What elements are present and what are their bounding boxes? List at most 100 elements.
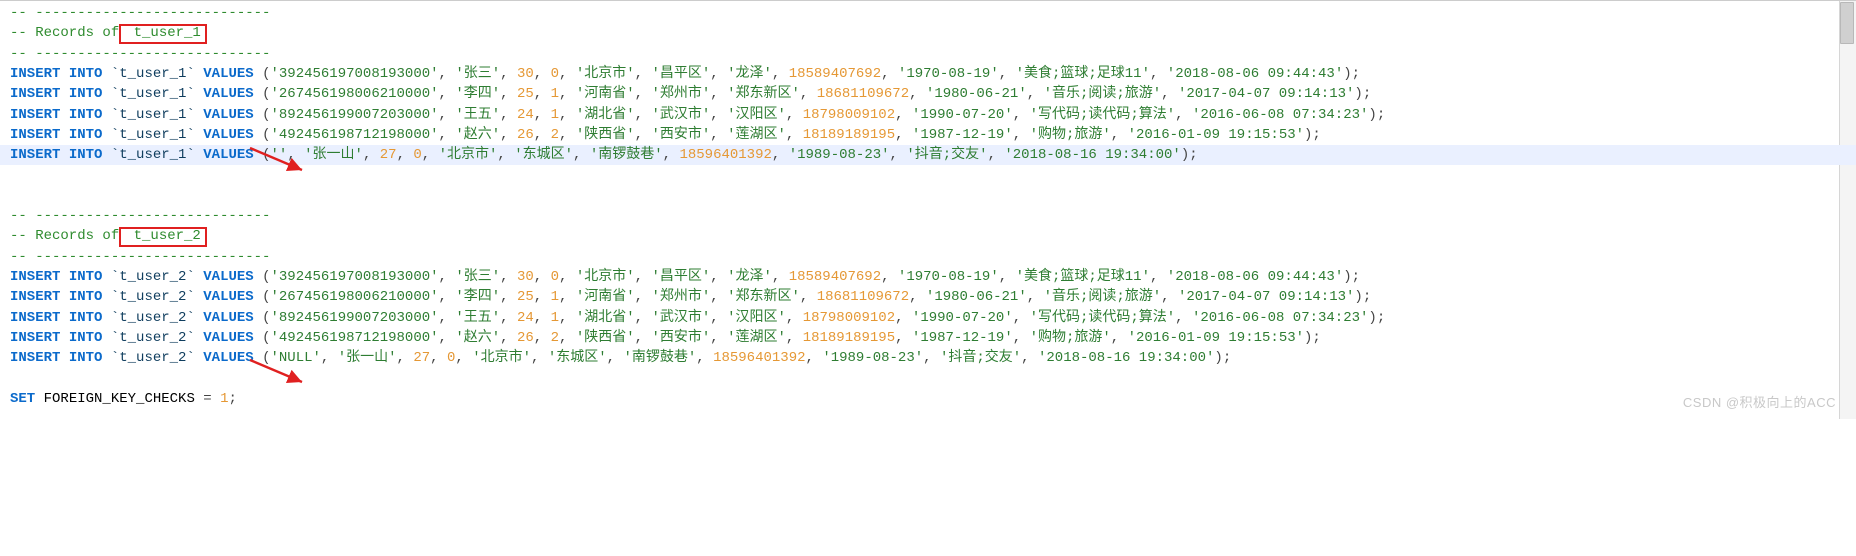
value-cell: 25: [517, 289, 534, 305]
value-cell: '北京市': [439, 147, 498, 163]
value-cell: '1987-12-19': [912, 330, 1013, 346]
value-cell: 1: [551, 107, 559, 123]
comma: ,: [559, 310, 576, 326]
comma: ,: [500, 107, 517, 123]
value-cell: '昌平区': [651, 269, 710, 285]
value-cell: '1970-08-19': [898, 66, 999, 82]
comma: ,: [635, 310, 652, 326]
table-name-short: t_user_1: [125, 25, 201, 41]
value-cell: 18798009102: [803, 310, 895, 326]
comma: ,: [999, 66, 1016, 82]
comma: ,: [909, 289, 926, 305]
comma: ,: [534, 330, 551, 346]
comma: ,: [1013, 310, 1030, 326]
comma: ,: [500, 330, 517, 346]
set-statement[interactable]: SET FOREIGN_KEY_CHECKS = 1;: [10, 391, 237, 407]
sql-editor[interactable]: -- ---------------------------- -- Recor…: [0, 0, 1856, 419]
comma: ,: [500, 127, 517, 143]
keyword-values: VALUES: [203, 310, 253, 326]
value-cell: '汉阳区': [727, 107, 786, 123]
value-cell: '郑东新区': [727, 289, 800, 305]
sql-statement[interactable]: INSERT INTO `t_user_2` VALUES ('26745619…: [10, 289, 1371, 305]
value-cell: '1990-07-20': [912, 310, 1013, 326]
keyword-values: VALUES: [203, 66, 253, 82]
comma: ,: [534, 107, 551, 123]
paren-open: (: [254, 107, 271, 123]
comma: ,: [635, 86, 652, 102]
value-cell: '湖北省': [576, 310, 635, 326]
comma: ,: [500, 310, 517, 326]
comma: ,: [1150, 66, 1167, 82]
records-of-label: -- Records of: [10, 25, 119, 41]
comma: ,: [786, 310, 803, 326]
value-cell: '1980-06-21': [926, 289, 1027, 305]
paren-open: (: [254, 86, 271, 102]
value-cell: '南锣鼓巷': [623, 350, 696, 366]
paren-open: (: [254, 310, 271, 326]
comma: ,: [800, 289, 817, 305]
comma: ,: [287, 147, 304, 163]
sql-statement[interactable]: INSERT INTO `t_user_2` VALUES ('49245619…: [10, 330, 1321, 346]
comma: ,: [710, 107, 727, 123]
value-cell: '东城区': [514, 147, 573, 163]
value-cell: '汉阳区': [727, 310, 786, 326]
keyword-insert: INSERT: [10, 350, 60, 366]
sql-statement[interactable]: INSERT INTO `t_user_1` VALUES ('89245619…: [10, 107, 1385, 123]
keyword-values: VALUES: [203, 289, 253, 305]
table-identifier: `t_user_2`: [111, 269, 195, 285]
value-cell: '购物;旅游': [1030, 330, 1111, 346]
comma: ,: [534, 86, 551, 102]
value-cell: '武汉市': [651, 310, 710, 326]
comma: ,: [439, 86, 456, 102]
keyword-values: VALUES: [203, 127, 253, 143]
comma: ,: [710, 66, 727, 82]
comma: ,: [534, 310, 551, 326]
value-cell: 18589407692: [789, 66, 881, 82]
value-cell: '张三': [455, 269, 500, 285]
sql-statement[interactable]: INSERT INTO `t_user_1` VALUES ('49245619…: [10, 127, 1321, 143]
sql-statement[interactable]: INSERT INTO `t_user_1` VALUES ('', '张一山'…: [0, 145, 1856, 165]
comma: ,: [635, 127, 652, 143]
sql-statement[interactable]: INSERT INTO `t_user_2` VALUES ('39245619…: [10, 269, 1360, 285]
value-cell: '2018-08-16 19:34:00': [1004, 147, 1180, 163]
value-cell: '392456197008193000': [271, 66, 439, 82]
comma: ,: [635, 330, 652, 346]
comma: ,: [559, 330, 576, 346]
value-cell: 'NULL': [271, 350, 321, 366]
comma: ,: [1175, 310, 1192, 326]
keyword-insert: INSERT: [10, 289, 60, 305]
value-cell: 18189189195: [803, 330, 895, 346]
comma: ,: [439, 289, 456, 305]
value-cell: '武汉市': [651, 107, 710, 123]
table-identifier: `t_user_2`: [111, 350, 195, 366]
comma: ,: [439, 330, 456, 346]
value-cell: '1989-08-23': [822, 350, 923, 366]
value-cell: '2016-01-09 19:15:53': [1128, 127, 1304, 143]
value-cell: '南锣鼓巷': [590, 147, 663, 163]
value-cell: '892456199007203000': [271, 310, 439, 326]
section-header: -- ---------------------------- -- Recor…: [10, 3, 1846, 64]
keyword-into: INTO: [69, 107, 103, 123]
keyword-into: INTO: [69, 86, 103, 102]
comma: ,: [397, 147, 414, 163]
sql-statement[interactable]: INSERT INTO `t_user_2` VALUES ('NULL', '…: [10, 350, 1231, 366]
comma: ,: [422, 147, 439, 163]
paren-close-semi: );: [1304, 330, 1321, 346]
value-cell: '龙泽': [727, 66, 772, 82]
value-cell: '2016-06-08 07:34:23': [1192, 107, 1368, 123]
sql-statement[interactable]: INSERT INTO `t_user_2` VALUES ('89245619…: [10, 310, 1385, 326]
table-identifier: `t_user_1`: [111, 147, 195, 163]
value-cell: '李四': [455, 86, 500, 102]
sql-statement[interactable]: INSERT INTO `t_user_1` VALUES ('26745619…: [10, 86, 1371, 102]
value-cell: '392456197008193000': [271, 269, 439, 285]
value-cell: 24: [517, 107, 534, 123]
value-cell: '龙泽': [727, 269, 772, 285]
value-cell: '267456198006210000': [271, 289, 439, 305]
paren-close-semi: );: [1304, 127, 1321, 143]
table-identifier: `t_user_1`: [111, 86, 195, 102]
keyword-insert: INSERT: [10, 147, 60, 163]
dash-line: -- ----------------------------: [10, 208, 270, 224]
sql-statement[interactable]: INSERT INTO `t_user_1` VALUES ('39245619…: [10, 66, 1360, 82]
comma: ,: [559, 269, 576, 285]
keyword-insert: INSERT: [10, 269, 60, 285]
